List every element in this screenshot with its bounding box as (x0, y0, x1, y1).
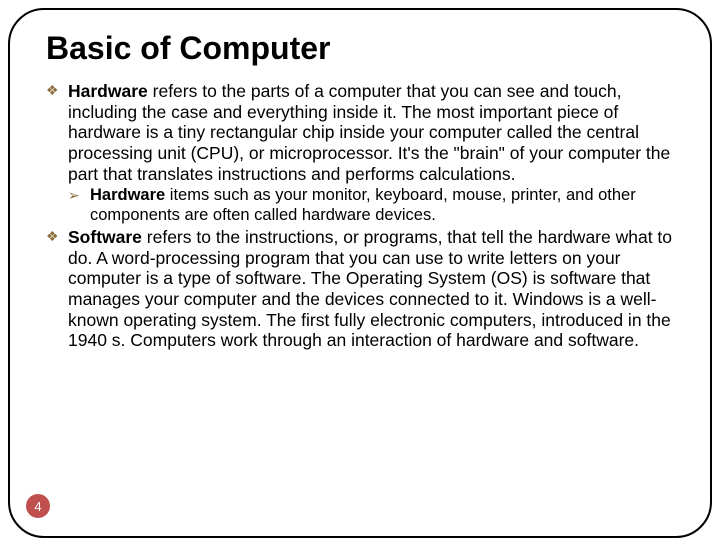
hardware-sub-bold: Hardware (90, 186, 165, 204)
slide-frame: Basic of Computer ❖ Hardware refers to t… (8, 8, 712, 538)
software-bold: Software (68, 227, 142, 247)
hardware-bold: Hardware (68, 81, 148, 101)
bullet-hardware-sub: ➢ Hardware items such as your monitor, k… (68, 186, 674, 225)
bullet-hardware: ❖ Hardware refers to the parts of a comp… (46, 81, 674, 184)
slide-title: Basic of Computer (46, 30, 674, 67)
hardware-sub-text: items such as your monitor, keyboard, mo… (90, 186, 636, 223)
hardware-text: refers to the parts of a computer that y… (68, 81, 670, 184)
software-text: refers to the instructions, or programs,… (68, 227, 672, 350)
diamond-bullet-icon: ❖ (46, 228, 59, 245)
page-number-badge: 4 (26, 494, 50, 518)
slide-content: ❖ Hardware refers to the parts of a comp… (46, 81, 674, 351)
diamond-bullet-icon: ❖ (46, 82, 59, 99)
arrow-bullet-icon: ➢ (68, 187, 80, 204)
bullet-software: ❖ Software refers to the instructions, o… (46, 227, 674, 351)
